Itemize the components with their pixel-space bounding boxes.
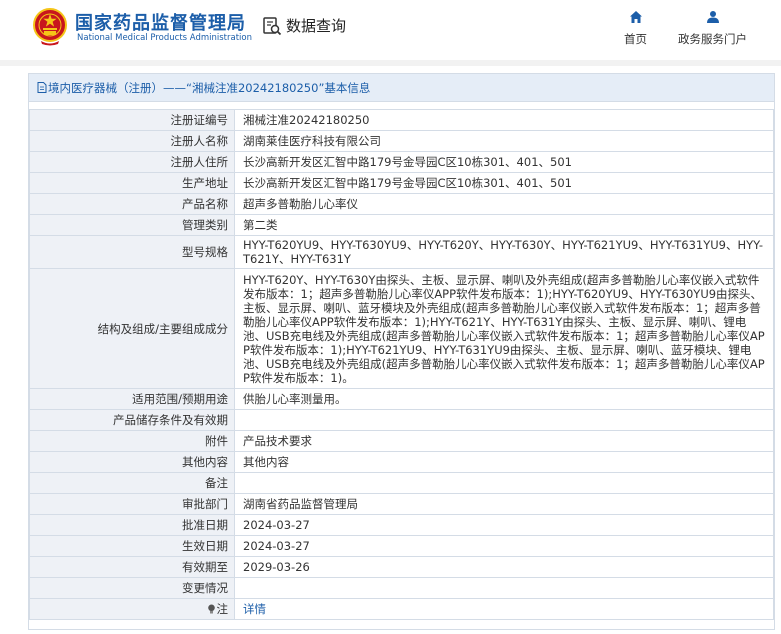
field-value: HYY-T620Y、HYY-T630Y由探头、主板、显示屏、喇叭及外壳组成(超声… (234, 268, 774, 389)
details-link[interactable]: 详情 (243, 602, 266, 616)
field-label: 注册证编号 (29, 109, 235, 131)
nav-service-label: 政务服务门户 (678, 32, 747, 46)
field-label: 产品名称 (29, 193, 235, 215)
national-emblem-icon (33, 8, 67, 46)
lightbulb-icon (207, 604, 215, 614)
field-label: 适用范围/预期用途 (29, 388, 235, 410)
user-icon (706, 11, 719, 23)
site-header: 国家药品监督管理局 National Medical Products Admi… (0, 0, 781, 60)
table-row: 注册人住所 长沙高新开发区汇智中路179号金导园C区10栋301、401、501 (29, 151, 774, 173)
field-label: 有效期至 (29, 556, 235, 578)
table-row: 生产地址 长沙高新开发区汇智中路179号金导园C区10栋301、401、501 (29, 172, 774, 194)
table-row: 适用范围/预期用途 供胎儿心率测量用。 (29, 388, 774, 410)
field-value: 第二类 (234, 214, 774, 236)
table-row: 附件 产品技术要求 (29, 430, 774, 452)
field-value: 湖南莱佳医疗科技有限公司 (234, 130, 774, 152)
field-value (234, 577, 774, 599)
panel-title: 境内医疗器械（注册）——“湘械注准20242180250”基本信息 (29, 74, 774, 102)
table-row: 型号规格 HYY-T620YU9、HYY-T630YU9、HYY-T620Y、H… (29, 235, 774, 269)
field-label: 产品储存条件及有效期 (29, 409, 235, 431)
table-row: 生效日期 2024-03-27 (29, 535, 774, 557)
table-row: 产品储存条件及有效期 (29, 409, 774, 431)
note-value-cell: 详情 (234, 598, 774, 620)
field-label: 备注 (29, 472, 235, 494)
data-query-label: 数据查询 (286, 17, 347, 35)
data-search-icon (263, 16, 282, 35)
nav-service-portal[interactable]: 政务服务门户 (678, 10, 747, 47)
site-title-en: National Medical Products Administration (77, 33, 252, 43)
field-value: 其他内容 (234, 451, 774, 473)
field-label: 注册人名称 (29, 130, 235, 152)
table-row: 备注 (29, 472, 774, 494)
table-row: 注 详情 (29, 598, 774, 620)
nav-home-label: 首页 (624, 32, 647, 46)
field-value: 湖南省药品监督管理局 (234, 493, 774, 515)
field-value: 供胎儿心率测量用。 (234, 388, 774, 410)
table-row: 有效期至 2029-03-26 (29, 556, 774, 578)
table-row: 其他内容 其他内容 (29, 451, 774, 473)
field-label: 注册人住所 (29, 151, 235, 173)
table-row: 管理类别 第二类 (29, 214, 774, 236)
field-label: 审批部门 (29, 493, 235, 515)
field-label: 其他内容 (29, 451, 235, 473)
field-label: 生产地址 (29, 172, 235, 194)
field-value: 2024-03-27 (234, 535, 774, 557)
field-value (234, 409, 774, 431)
site-title-cn: 国家药品监督管理局 (75, 13, 246, 34)
field-value: 2024-03-27 (234, 514, 774, 536)
table-row: 注册证编号 湘械注准20242180250 (29, 109, 774, 131)
table-row: 变更情况 (29, 577, 774, 599)
header-divider (0, 60, 781, 66)
field-value: 长沙高新开发区汇智中路179号金导园C区10栋301、401、501 (234, 172, 774, 194)
detail-panel: 境内医疗器械（注册）——“湘械注准20242180250”基本信息 注册证编号 … (28, 73, 775, 630)
field-value: HYY-T620YU9、HYY-T630YU9、HYY-T620Y、HYY-T6… (234, 235, 774, 269)
field-label: 生效日期 (29, 535, 235, 557)
field-value: 超声多普勒胎儿心率仪 (234, 193, 774, 215)
nav-home[interactable]: 首页 (624, 10, 647, 47)
field-value (234, 472, 774, 494)
home-icon (629, 11, 642, 23)
table-row: 产品名称 超声多普勒胎儿心率仪 (29, 193, 774, 215)
document-icon (37, 82, 47, 93)
field-label: 型号规格 (29, 235, 235, 269)
note-label-cell: 注 (29, 598, 235, 620)
field-label: 附件 (29, 430, 235, 452)
table-row: 审批部门 湖南省药品监督管理局 (29, 493, 774, 515)
field-label: 结构及组成/主要组成成分 (29, 268, 235, 389)
field-label: 注 (216, 602, 229, 616)
table-row: 结构及组成/主要组成成分 HYY-T620Y、HYY-T630Y由探头、主板、显… (29, 268, 774, 389)
field-label: 变更情况 (29, 577, 235, 599)
field-value: 湘械注准20242180250 (234, 109, 774, 131)
field-value: 2029-03-26 (234, 556, 774, 578)
table-row: 注册人名称 湖南莱佳医疗科技有限公司 (29, 130, 774, 152)
field-label: 批准日期 (29, 514, 235, 536)
data-query-link[interactable]: 数据查询 (262, 15, 346, 36)
table-row: 批准日期 2024-03-27 (29, 514, 774, 536)
field-value: 产品技术要求 (234, 430, 774, 452)
field-value: 长沙高新开发区汇智中路179号金导园C区10栋301、401、501 (234, 151, 774, 173)
registration-info-table: 注册证编号 湘械注准20242180250 注册人名称 湖南莱佳医疗科技有限公司… (29, 109, 774, 620)
panel-title-text: 境内医疗器械（注册）——“湘械注准20242180250”基本信息 (48, 80, 371, 95)
field-label: 管理类别 (29, 214, 235, 236)
